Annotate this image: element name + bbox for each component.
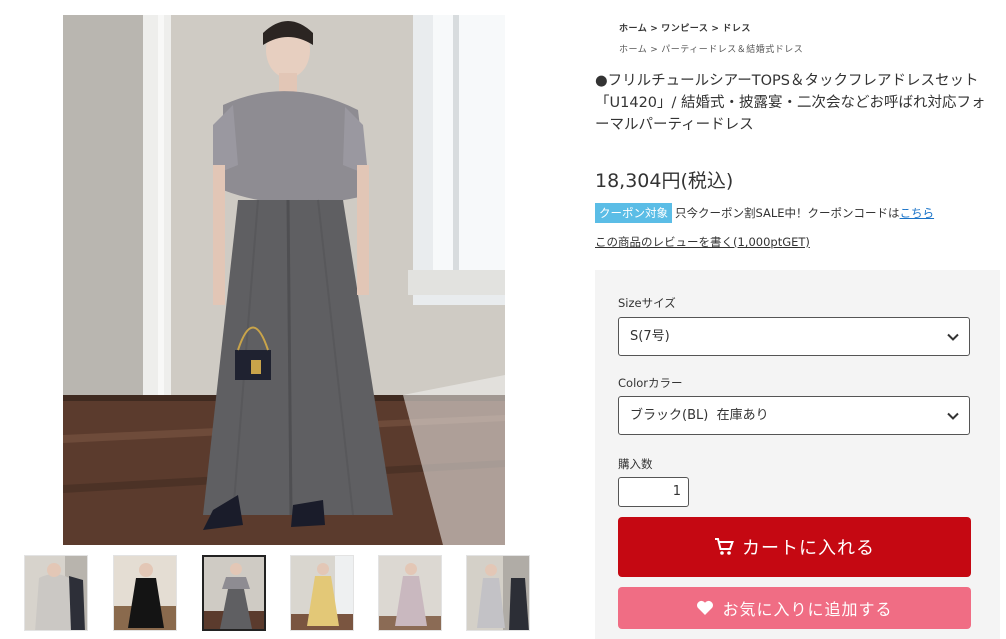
thumbnail-2[interactable]	[113, 555, 177, 631]
thumbnail-3[interactable]	[202, 555, 266, 631]
cart-icon	[715, 538, 734, 555]
product-title: ●フリルチュールシアーTOPS＆タックフレアドレスセット「U1420」/ 結婚式…	[595, 73, 986, 133]
add-to-cart-label: カートに入れる	[742, 538, 875, 559]
breadcrumb-separator: >	[650, 24, 659, 34]
write-review-link[interactable]: この商品のレビューを書く(1,000ptGET)	[595, 234, 810, 250]
quantity-input[interactable]: 1	[618, 477, 689, 507]
breadcrumb-link-home[interactable]: ホーム	[619, 45, 647, 55]
thumbnail-4[interactable]	[290, 555, 354, 631]
thumbnail-6[interactable]	[466, 555, 530, 631]
add-to-favorites-label: お気に入りに追加する	[722, 600, 893, 619]
breadcrumb-primary: ホーム > ワンピース > ドレス	[619, 21, 751, 34]
thumbnail-1[interactable]	[24, 555, 88, 631]
add-to-favorites-button[interactable]: お気に入りに追加する	[618, 587, 971, 629]
coupon-link[interactable]: こちら	[900, 206, 935, 220]
quantity-label: 購入数	[618, 457, 653, 471]
size-selected-value: S(7号)	[630, 329, 670, 344]
coupon-text: 只今クーポン割SALE中！クーポンコードは	[675, 206, 900, 220]
heart-icon	[697, 600, 714, 615]
chevron-down-icon	[947, 412, 959, 420]
thumbnail-5[interactable]	[378, 555, 442, 631]
size-label: Sizeサイズ	[618, 296, 676, 310]
breadcrumb-separator: >	[711, 24, 720, 34]
color-selected-value: ブラック(BL) 在庫あり	[630, 408, 769, 423]
main-product-image	[63, 15, 505, 545]
breadcrumb-separator: >	[650, 45, 659, 55]
size-select[interactable]: S(7号)	[618, 317, 970, 356]
breadcrumb-link-onepiece[interactable]: ワンピース	[661, 24, 708, 34]
thumbnail-strip	[24, 555, 544, 635]
color-label: Colorカラー	[618, 376, 683, 390]
breadcrumb-link-home[interactable]: ホーム	[619, 24, 647, 34]
coupon-badge: クーポン対象	[595, 203, 672, 223]
color-select[interactable]: ブラック(BL) 在庫あり	[618, 396, 970, 435]
breadcrumb-secondary: ホーム > パーティードレス＆結婚式ドレス	[619, 42, 803, 55]
coupon-row: クーポン対象 只今クーポン割SALE中！クーポンコードはこちら	[595, 203, 934, 223]
add-to-cart-button[interactable]: カートに入れる	[618, 517, 971, 577]
breadcrumb-link-party-dress[interactable]: パーティードレス＆結婚式ドレス	[661, 45, 803, 55]
chevron-down-icon	[947, 333, 959, 341]
breadcrumb-link-dress[interactable]: ドレス	[722, 24, 751, 34]
product-price: 18,304円(税込)	[595, 170, 734, 192]
